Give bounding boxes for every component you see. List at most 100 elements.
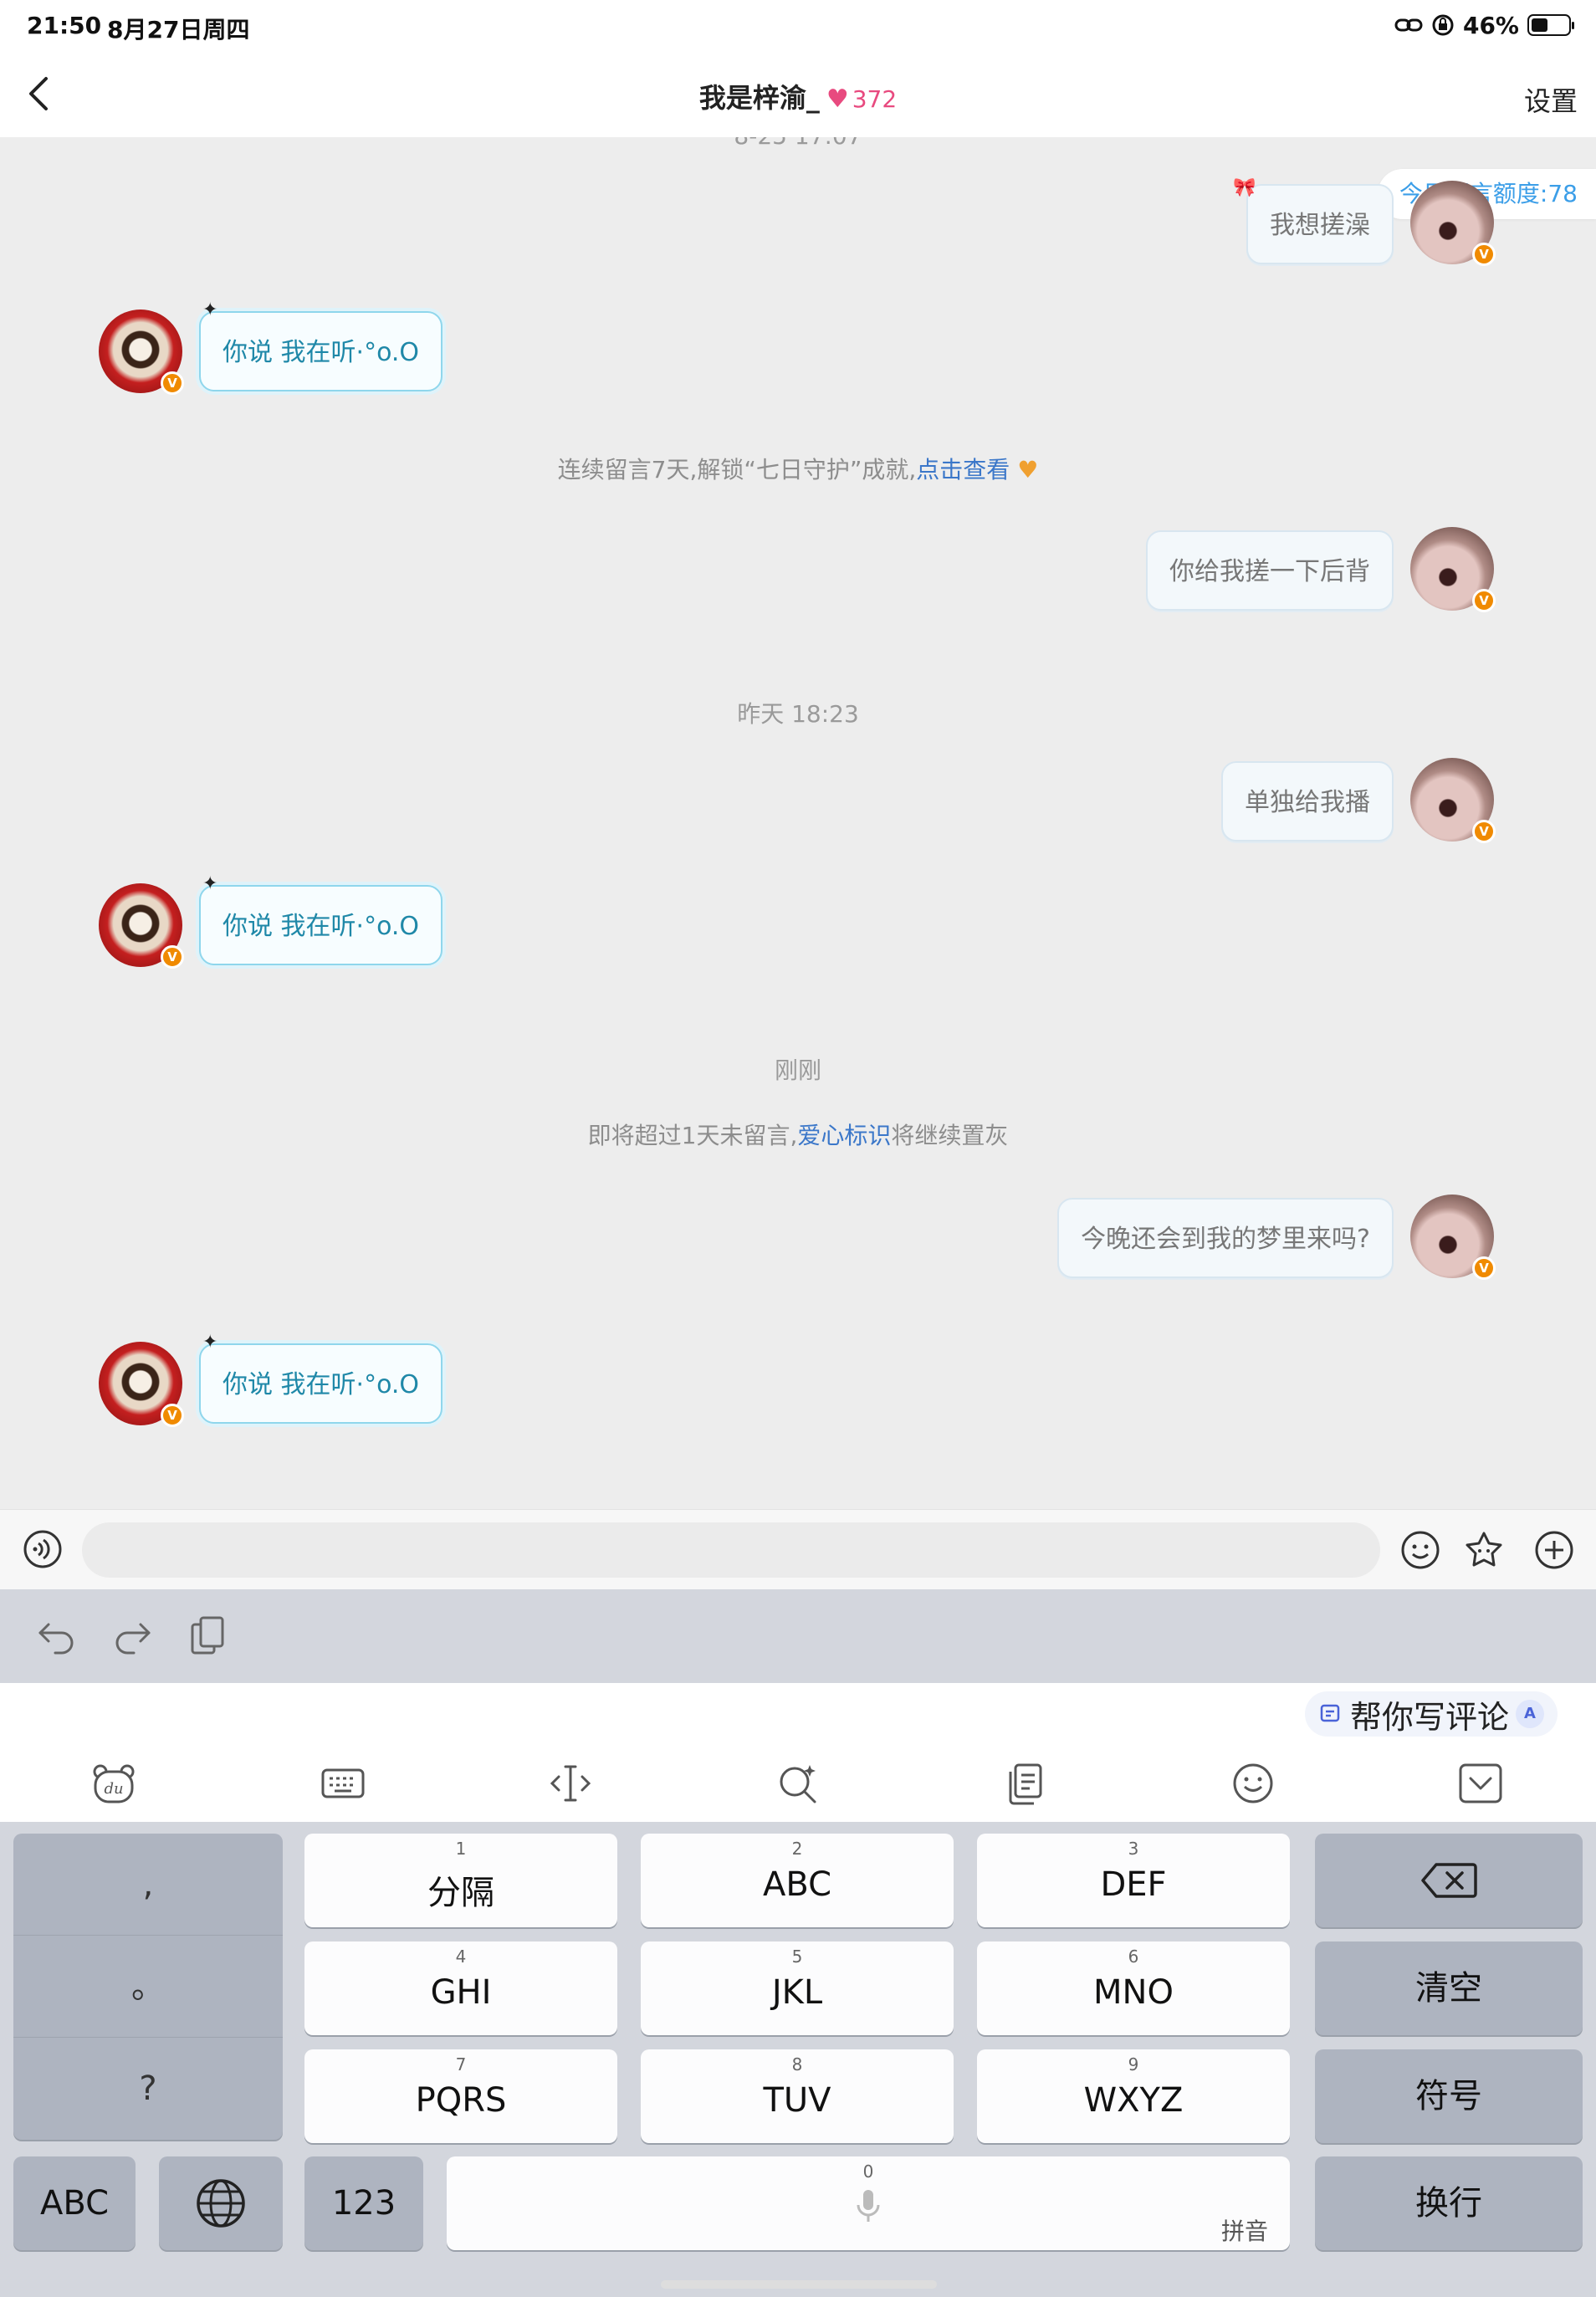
home-indicator[interactable] [661,2280,937,2289]
key-2[interactable]: 2 ABC [641,1834,954,1927]
punctuation-column[interactable]: , 。 ? [13,1834,283,2140]
key-1[interactable]: 1 分隔 [304,1834,617,1927]
ime-toolbar: du [0,1742,1596,1822]
voice-icon[interactable] [22,1528,64,1570]
settings-button[interactable]: 设置 [1524,80,1578,119]
rotation-lock-icon [1432,14,1454,36]
view-achievement-link[interactable]: 点击查看 [916,456,1010,483]
message-input[interactable] [82,1522,1380,1578]
heart-icon: ♥ [826,84,849,114]
microphone-icon [857,2190,880,2222]
sticker-icon[interactable] [1462,1528,1506,1572]
undo-icon[interactable] [33,1613,80,1660]
my-message[interactable]: 单独给我播 [1221,761,1394,842]
keyboard: , 。 ? 1 分隔 2 ABC 3 DEF 4 GHI 5 JKL 6 MNO 清空 7P… [0,1822,1596,2297]
reply-message[interactable]: 你说 我在听·°o.O [199,1343,443,1424]
keyboard-assistant-bar [0,1589,1596,1683]
inactivity-note-tail: 将继续置灰 [891,1122,1009,1149]
reply-message[interactable]: 你说 我在听·°o.O [199,311,443,391]
my-message[interactable]: 我想搓澡 [1246,184,1394,264]
key-8[interactable]: 8 TUV [641,2049,954,2143]
emoji-icon[interactable] [1399,1528,1442,1572]
streak-note-text: 连续留言7天,解锁“七日守护”成就, [557,456,917,483]
space-key[interactable]: 0 拼音 [447,2156,1290,2250]
clear-key[interactable]: 清空 [1315,1941,1583,2035]
verified-badge: V [161,371,184,395]
inactivity-note: 即将超过1天未留言,爱心标识将继续置灰 [0,1118,1596,1151]
emoji-keyboard-icon[interactable] [1228,1758,1278,1808]
contact-avatar[interactable]: V [99,310,184,395]
add-icon[interactable] [1532,1528,1576,1572]
svg-text:du: du [104,1780,123,1798]
redo-icon[interactable] [109,1613,156,1660]
star-deco-icon: ✦ [202,873,218,894]
paste-icon[interactable] [184,1613,231,1660]
verified-badge: V [1472,589,1496,612]
key-question[interactable]: ? [13,2038,283,2140]
verified-badge: V [1472,243,1496,266]
key-5[interactable]: 5 JKL [641,1941,954,2035]
star-deco-icon: ✦ [202,299,218,320]
cursor-move-icon[interactable] [545,1758,596,1808]
heart-score: 372 [852,85,898,113]
key-7[interactable]: 7 PQRS [304,2049,617,2143]
my-avatar[interactable]: V [1410,1195,1496,1280]
key-4[interactable]: 4 GHI [304,1941,617,2035]
reply-message[interactable]: 你说 我在听·°o.O [199,885,443,965]
my-avatar[interactable]: V [1410,181,1496,266]
keyboard-icon[interactable] [318,1758,368,1808]
inactivity-note-text: 即将超过1天未留言, [587,1122,798,1149]
status-date: 8月27日周四 [107,16,250,43]
timestamp: 昨天 18:23 [737,700,859,728]
verified-badge: V [1472,820,1496,843]
globe-key[interactable] [159,2156,283,2250]
heart-mark-link[interactable]: 爱心标识 [797,1122,891,1149]
timestamp-top: 8-25 17:07 [0,137,1596,150]
link-icon [1394,18,1423,32]
heart-badge-icon: ♥ [1017,456,1039,483]
suggestion-row: 帮你写评论 A [0,1683,1596,1742]
my-message[interactable]: 你给我搓一下后背 [1146,530,1394,611]
my-avatar[interactable]: V [1410,758,1496,843]
number-key[interactable]: 123 [304,2156,423,2250]
streak-note: 连续留言7天,解锁“七日守护”成就,点击查看 ♥ [0,452,1596,485]
battery-icon [1527,14,1574,36]
contact-name: 我是梓渝_ [698,82,820,114]
ai-search-icon[interactable] [773,1758,823,1808]
contact-avatar[interactable]: V [99,883,184,969]
symbol-key[interactable]: 符号 [1315,2049,1583,2143]
clipboard-icon[interactable] [1000,1758,1051,1808]
ai-comment-label: 帮你写评论 [1349,1698,1509,1736]
status-time: 21:50 [27,12,102,39]
ime-logo-icon[interactable]: du [89,1758,139,1808]
verified-badge: V [161,1404,184,1427]
write-icon [1320,1704,1340,1722]
nav-bar: 我是梓渝_ ♥ 372 设置 [0,52,1596,137]
backspace-key[interactable] [1315,1834,1583,1927]
chat-title[interactable]: 我是梓渝_ ♥ 372 [0,77,1596,115]
contact-avatar[interactable]: V [99,1342,184,1427]
ai-assistant-icon: A [1516,1700,1544,1728]
key-9[interactable]: 9 WXYZ [977,2049,1290,2143]
verified-badge: V [161,945,184,969]
bow-deco-icon: 🎀 [1233,177,1256,198]
backspace-icon [1421,1863,1477,1898]
status-right: 46% [1394,10,1574,40]
input-mode-label: 拼音 [1220,2218,1268,2245]
key-period[interactable]: 。 [13,1936,283,2038]
my-message[interactable]: 今晚还会到我的梦里来吗? [1057,1198,1394,1278]
key-6[interactable]: 6 MNO [977,1941,1290,2035]
input-bar [0,1509,1596,1589]
timestamp: 刚刚 [774,1056,821,1084]
star-deco-icon: ✦ [202,1332,218,1353]
my-avatar[interactable]: V [1410,527,1496,612]
hide-keyboard-icon[interactable] [1455,1758,1506,1808]
verified-badge: V [1472,1256,1496,1280]
ai-comment-button[interactable]: 帮你写评论 A [1304,1691,1558,1737]
enter-key[interactable]: 换行 [1315,2156,1583,2250]
globe-icon [197,2179,245,2228]
abc-key[interactable]: ABC [13,2156,136,2250]
key-comma[interactable]: , [13,1834,283,1936]
key-3[interactable]: 3 DEF [977,1834,1290,1927]
chat-area[interactable]: 8-25 17:07 今日留言额度:78 V 我想搓澡 🎀 V 你说 我在听·°… [0,137,1596,1509]
